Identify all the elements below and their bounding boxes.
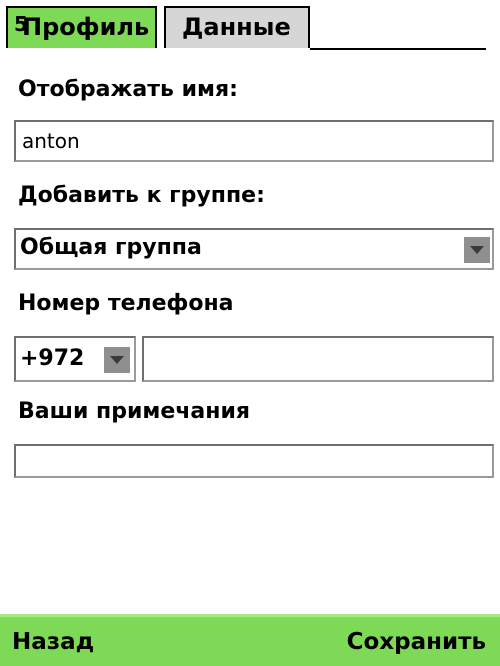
dropdown-arrow-icon[interactable] [104,347,130,373]
softkey-bar: Назад Сохранить [0,614,500,666]
tab-profile-label: Профиль [22,13,150,41]
tab-shortcut-marker: 5 [14,12,28,36]
group-label: Добавить к группе: [18,183,265,208]
back-button[interactable]: Назад [12,625,94,659]
tab-bar: Профиль 5 Данные [0,0,500,52]
display-name-label: Отображать имя: [18,77,238,102]
phone-label: Номер телефона [18,291,234,316]
tab-data[interactable]: Данные [164,6,310,48]
notes-label: Ваши примечания [18,399,251,424]
group-select[interactable]: Общая группа [14,228,494,270]
country-code-select[interactable]: +972 [14,336,136,382]
save-button[interactable]: Сохранить [347,625,486,659]
phone-number-field[interactable] [142,336,494,382]
tab-divider [310,48,486,50]
tab-data-label: Данные [182,13,291,41]
country-code-value: +972 [20,346,85,371]
notes-field[interactable] [14,444,494,478]
dropdown-arrow-icon[interactable] [464,237,490,263]
display-name-value: anton [22,129,80,153]
display-name-field[interactable]: anton [14,120,494,162]
group-select-value: Общая группа [20,235,202,260]
